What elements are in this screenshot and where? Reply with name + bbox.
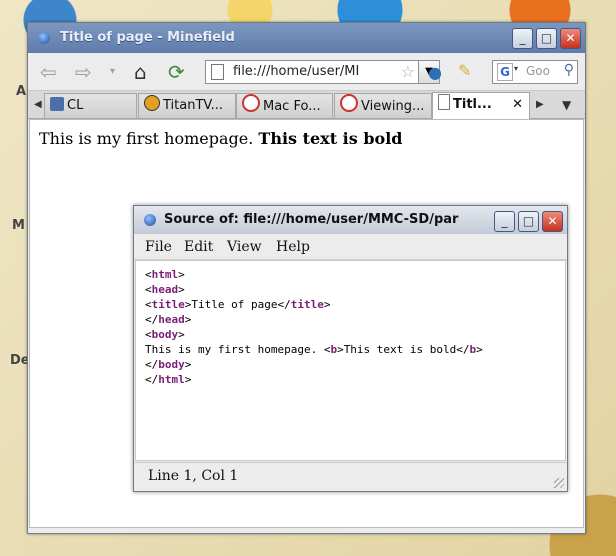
bookmark-star-icon[interactable]: ☆	[401, 62, 415, 81]
source-line: <title>Title of page</title>	[145, 298, 331, 311]
view-source-window: Source of: file:///home/user/MMC-SD/par …	[133, 205, 568, 492]
page-paragraph: This is my first homepage. This text is …	[39, 129, 583, 148]
tab-title-of-page[interactable]: Titl... ✕	[432, 92, 530, 119]
minimize-button[interactable]: _	[512, 28, 533, 49]
search-placeholder[interactable]: Goo	[526, 64, 550, 78]
source-statusbar: Line 1, Col 1	[134, 462, 567, 491]
google-icon[interactable]: G	[497, 63, 513, 81]
globe-icon[interactable]: ●	[428, 61, 442, 85]
menu-edit[interactable]: Edit	[184, 239, 213, 255]
source-line: This is my first homepage. <b>This text …	[145, 343, 483, 356]
window-title: Title of page - Minefield	[60, 30, 235, 45]
close-button[interactable]: ✕	[542, 211, 563, 232]
menu-view[interactable]: View	[227, 239, 262, 255]
page-text: This is my first homepage.	[39, 129, 254, 148]
reload-icon[interactable]: ⟳	[168, 60, 185, 84]
tab-label: Mac Fo...	[263, 99, 321, 114]
desktop-label: A	[16, 84, 27, 99]
notes-icon[interactable]: ✎	[458, 59, 471, 83]
source-line: <body>	[145, 328, 185, 341]
search-engine-dropdown-icon[interactable]: ▾	[514, 64, 518, 73]
tab-list-icon[interactable]: ▼	[562, 93, 571, 117]
search-box[interactable]: G ▾ Goo ⚲	[492, 60, 578, 84]
menu-help[interactable]: Help	[276, 239, 310, 255]
tab-cl[interactable]: CL	[44, 93, 137, 118]
source-line: </head>	[145, 313, 192, 326]
source-line: </body>	[145, 358, 192, 371]
tab-strip: ◀ CL TitanTV... Mac Fo... Viewing... Tit…	[28, 91, 585, 119]
source-window-title: Source of: file:///home/user/MMC-SD/par	[164, 212, 459, 227]
desktop-label: M	[12, 218, 25, 233]
firefox-icon	[144, 214, 156, 226]
maximize-button[interactable]: □	[536, 28, 557, 49]
tab-scroll-left-icon[interactable]: ◀	[34, 93, 42, 117]
maximize-button[interactable]: □	[518, 211, 539, 232]
bold-text: This text is bold	[258, 129, 403, 148]
macforum-icon	[340, 94, 358, 112]
titantv-icon	[144, 95, 160, 111]
history-dropdown-icon[interactable]: ▾	[110, 60, 115, 84]
navigation-toolbar: ⇦ ⇨ ▾ ⌂ ⟳ file:///home/user/MI ☆ ▼ ● ✎ G…	[28, 54, 585, 91]
tab-label: Titl...	[453, 97, 492, 112]
page-icon	[211, 64, 224, 80]
source-code-view[interactable]: <html> <head> <title>Title of page</title>…	[135, 260, 566, 461]
source-menubar: File Edit View Help	[134, 235, 567, 260]
resize-grip-icon[interactable]	[554, 478, 564, 488]
source-line: <head>	[145, 283, 185, 296]
tab-label: Viewing...	[361, 99, 425, 114]
home-icon[interactable]: ⌂	[134, 60, 147, 84]
url-bar[interactable]: file:///home/user/MI ☆	[205, 60, 420, 84]
browser-titlebar[interactable]: Title of page - Minefield _ □ ✕	[28, 23, 585, 53]
page-icon	[438, 94, 450, 110]
tab-label: CL	[67, 98, 84, 113]
close-tab-icon[interactable]: ✕	[512, 93, 523, 117]
tab-titantv[interactable]: TitanTV...	[138, 93, 236, 118]
tab-mac-forum[interactable]: Mac Fo...	[236, 93, 333, 118]
close-button[interactable]: ✕	[560, 28, 581, 49]
tab-scroll-right-icon[interactable]: ▶	[536, 93, 544, 117]
tab-viewing[interactable]: Viewing...	[334, 93, 432, 118]
macforum-icon	[242, 94, 260, 112]
back-icon[interactable]: ⇦	[40, 60, 57, 84]
tab-label: TitanTV...	[163, 98, 224, 113]
menu-file[interactable]: File	[145, 239, 172, 255]
source-line: <html>	[145, 268, 185, 281]
forward-icon[interactable]: ⇨	[75, 60, 92, 84]
page-favicon-icon	[50, 97, 64, 111]
source-titlebar[interactable]: Source of: file:///home/user/MMC-SD/par …	[134, 206, 567, 234]
minimize-button[interactable]: _	[494, 211, 515, 232]
source-line: </html>	[145, 373, 192, 386]
firefox-icon	[38, 32, 50, 44]
search-icon[interactable]: ⚲	[564, 62, 574, 78]
cursor-position: Line 1, Col 1	[148, 468, 239, 484]
url-text[interactable]: file:///home/user/MI	[233, 64, 359, 79]
